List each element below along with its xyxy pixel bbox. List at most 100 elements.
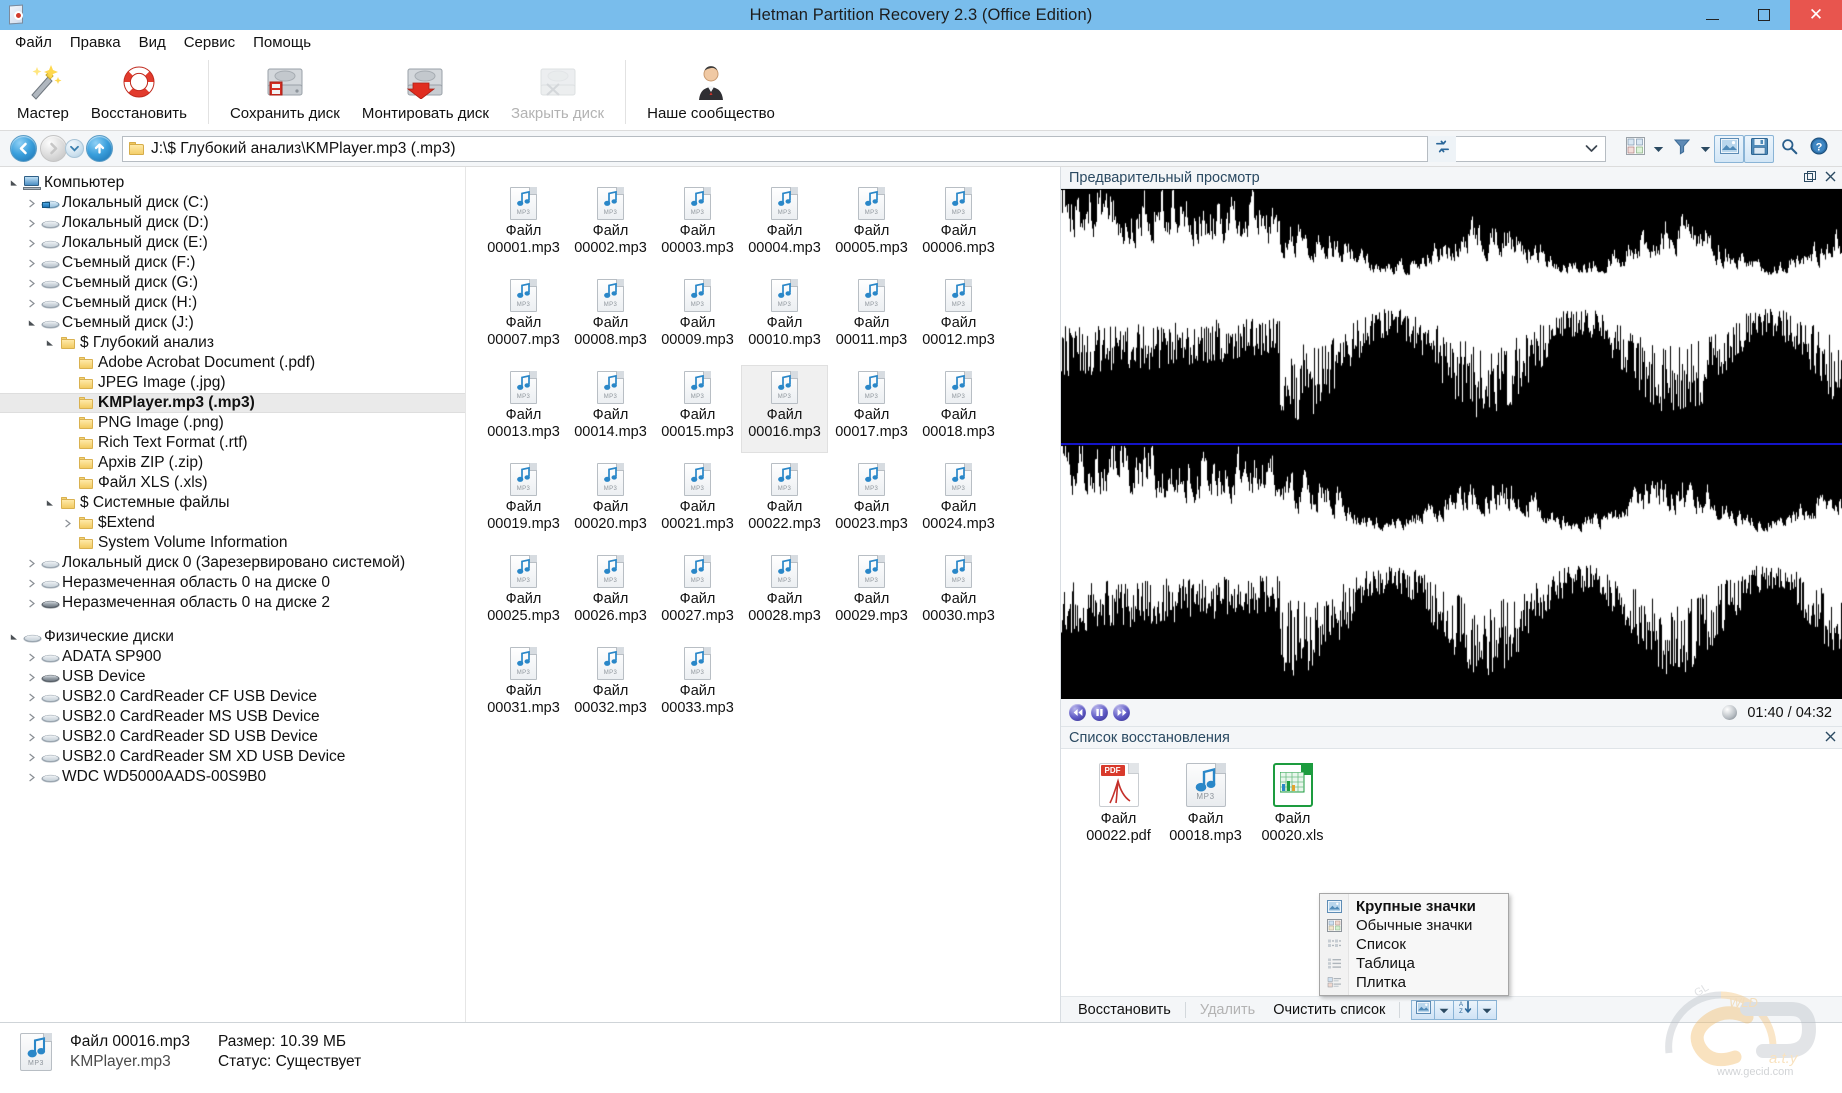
tree-node[interactable]: Съемный диск (J:) [0,313,465,333]
file-item[interactable]: MP3 Файл 00001.mp3 [480,181,567,269]
file-item[interactable]: MP3 Файл 00029.mp3 [828,549,915,637]
tree-node[interactable]: USB2.0 CardReader MS USB Device [0,707,465,727]
file-item[interactable]: MP3 Файл 00028.mp3 [741,549,828,637]
context-menu-item[interactable]: Плитка [1320,973,1508,992]
file-item[interactable]: MP3 Файл 00031.mp3 [480,641,567,729]
audio-preview[interactable] [1061,189,1842,699]
file-item[interactable]: MP3 Файл 00021.mp3 [654,457,741,545]
file-item[interactable]: MP3 Файл 00008.mp3 [567,273,654,361]
file-item[interactable]: MP3 Файл 00013.mp3 [480,365,567,453]
file-item[interactable]: MP3 Файл 00019.mp3 [480,457,567,545]
chevron-right-icon[interactable] [24,773,40,782]
tree-node[interactable]: Rich Text Format (.rtf) [0,433,465,453]
forward-button[interactable] [38,134,68,164]
tree-node[interactable]: Неразмеченная область 0 на диске 0 [0,573,465,593]
rewind-icon[interactable] [1069,704,1086,721]
file-item[interactable]: MP3 Файл 00010.mp3 [741,273,828,361]
chevron-right-icon[interactable] [24,599,40,608]
tree-node[interactable]: Файл XLS (.xls) [0,473,465,493]
file-item[interactable]: MP3 Файл 00004.mp3 [741,181,828,269]
file-item[interactable]: MP3 Файл 00015.mp3 [654,365,741,453]
tree-node[interactable]: Локальный диск (D:) [0,213,465,233]
tree-node[interactable]: Локальный диск 0 (Зарезервировано систем… [0,553,465,573]
view-mode-context-menu[interactable]: Крупные значки Обычные значки Список Таблиц… [1319,893,1509,996]
save-disk-button[interactable]: Сохранить диск [219,56,351,128]
preview-pane-toggle[interactable] [1714,134,1744,163]
file-item[interactable]: MP3 Файл 00002.mp3 [567,181,654,269]
chevron-down-icon[interactable] [42,499,58,507]
file-item[interactable]: MP3 Файл 00006.mp3 [915,181,1002,269]
refresh-button[interactable] [1428,135,1456,162]
chevron-down-icon[interactable] [6,633,22,641]
view-mode-button[interactable] [1411,999,1436,1020]
tree-node[interactable]: Архів ZIP (.zip) [0,453,465,473]
context-menu-item[interactable]: Список [1320,935,1508,954]
file-item[interactable]: MP3 Файл 00033.mp3 [654,641,741,729]
up-button[interactable] [84,134,114,164]
file-item[interactable]: MP3 Файл 00011.mp3 [828,273,915,361]
chevron-right-icon[interactable] [24,199,40,208]
tree-node[interactable]: USB2.0 CardReader CF USB Device [0,687,465,707]
file-item[interactable]: MP3 Файл 00023.mp3 [828,457,915,545]
context-menu-item[interactable]: Обычные значки [1320,916,1508,935]
tree-node[interactable]: $ Глубокий анализ [0,333,465,353]
chevron-right-icon[interactable] [24,753,40,762]
fast-forward-icon[interactable] [1113,704,1130,721]
list-item[interactable]: Файл 00020.xls [1249,761,1336,845]
menu-item-0[interactable]: Файл [6,32,61,53]
tree-node[interactable]: Съемный диск (G:) [0,273,465,293]
tree-node[interactable]: Неразмеченная область 0 на диске 2 [0,593,465,613]
file-item[interactable]: MP3 Файл 00032.mp3 [567,641,654,729]
context-menu-item[interactable]: Крупные значки [1320,897,1508,916]
recover-button[interactable]: Восстановить [80,56,198,128]
view-mode-caret[interactable] [1650,135,1667,163]
tree-node[interactable]: JPEG Image (.jpg) [0,373,465,393]
tree-node[interactable]: WDC WD5000AADS-00S9B0 [0,767,465,787]
file-item[interactable]: MP3 Файл 00024.mp3 [915,457,1002,545]
tree-node[interactable]: Съемный диск (H:) [0,293,465,313]
tree-node[interactable]: USB2.0 CardReader SM XD USB Device [0,747,465,767]
folder-tree[interactable]: Компьютер Локальный диск (C:) Локальный ди… [0,167,466,1022]
tree-node[interactable]: USB2.0 CardReader SD USB Device [0,727,465,747]
address-path-field[interactable]: J:\$ Глубокий анализ\KMPlayer.mp3 (.mp3) [122,135,1428,162]
recovery-list-toggle[interactable] [1744,134,1774,163]
tree-node[interactable]: KMPlayer.mp3 (.mp3) [0,393,465,413]
chevron-right-icon[interactable] [24,219,40,228]
chevron-right-icon[interactable] [24,713,40,722]
chevron-down-icon[interactable] [6,179,22,187]
menu-item-3[interactable]: Сервис [175,32,244,53]
community-button[interactable]: Наше сообщество [636,56,786,128]
file-item[interactable]: MP3 Файл 00014.mp3 [567,365,654,453]
chevron-right-icon[interactable] [24,693,40,702]
history-dropdown-icon[interactable] [65,139,84,158]
tree-node[interactable]: System Volume Information [0,533,465,553]
preview-close-icon[interactable] [1825,171,1836,184]
chevron-right-icon[interactable] [60,519,76,528]
list-item[interactable]: PDF Файл 00022.pdf [1075,761,1162,845]
file-item[interactable]: MP3 Файл 00022.mp3 [741,457,828,545]
chevron-right-icon[interactable] [24,579,40,588]
clear-list-button[interactable]: Очистить список [1264,1002,1394,1018]
file-item[interactable]: MP3 Файл 00030.mp3 [915,549,1002,637]
file-item[interactable]: MP3 Файл 00020.mp3 [567,457,654,545]
close-button[interactable]: ✕ [1790,0,1842,30]
tree-node[interactable]: Физические диски [0,627,465,647]
sort-button[interactable]: A Z [1454,999,1479,1020]
list-item[interactable]: MP3 Файл 00018.mp3 [1162,761,1249,845]
chevron-right-icon[interactable] [24,299,40,308]
filter-combo[interactable] [1456,135,1606,162]
file-item[interactable]: MP3 Файл 00017.mp3 [828,365,915,453]
pause-icon[interactable] [1091,704,1108,721]
undock-icon[interactable] [1804,170,1816,185]
filter-button[interactable] [1667,135,1697,163]
chevron-right-icon[interactable] [24,259,40,268]
file-grid[interactable]: MP3 Файл 00001.mp3 MP3 Файл 00002.mp3 MP3 Файл 0… [466,167,1060,1022]
chevron-down-icon[interactable] [24,319,40,327]
tree-node[interactable]: USB Device [0,667,465,687]
file-item[interactable]: MP3 Файл 00003.mp3 [654,181,741,269]
minimize-button[interactable] [1686,0,1738,30]
maximize-button[interactable] [1738,0,1790,30]
sort-caret[interactable] [1478,999,1498,1020]
context-menu-item[interactable]: Таблица [1320,954,1508,973]
menu-item-2[interactable]: Вид [130,32,175,53]
